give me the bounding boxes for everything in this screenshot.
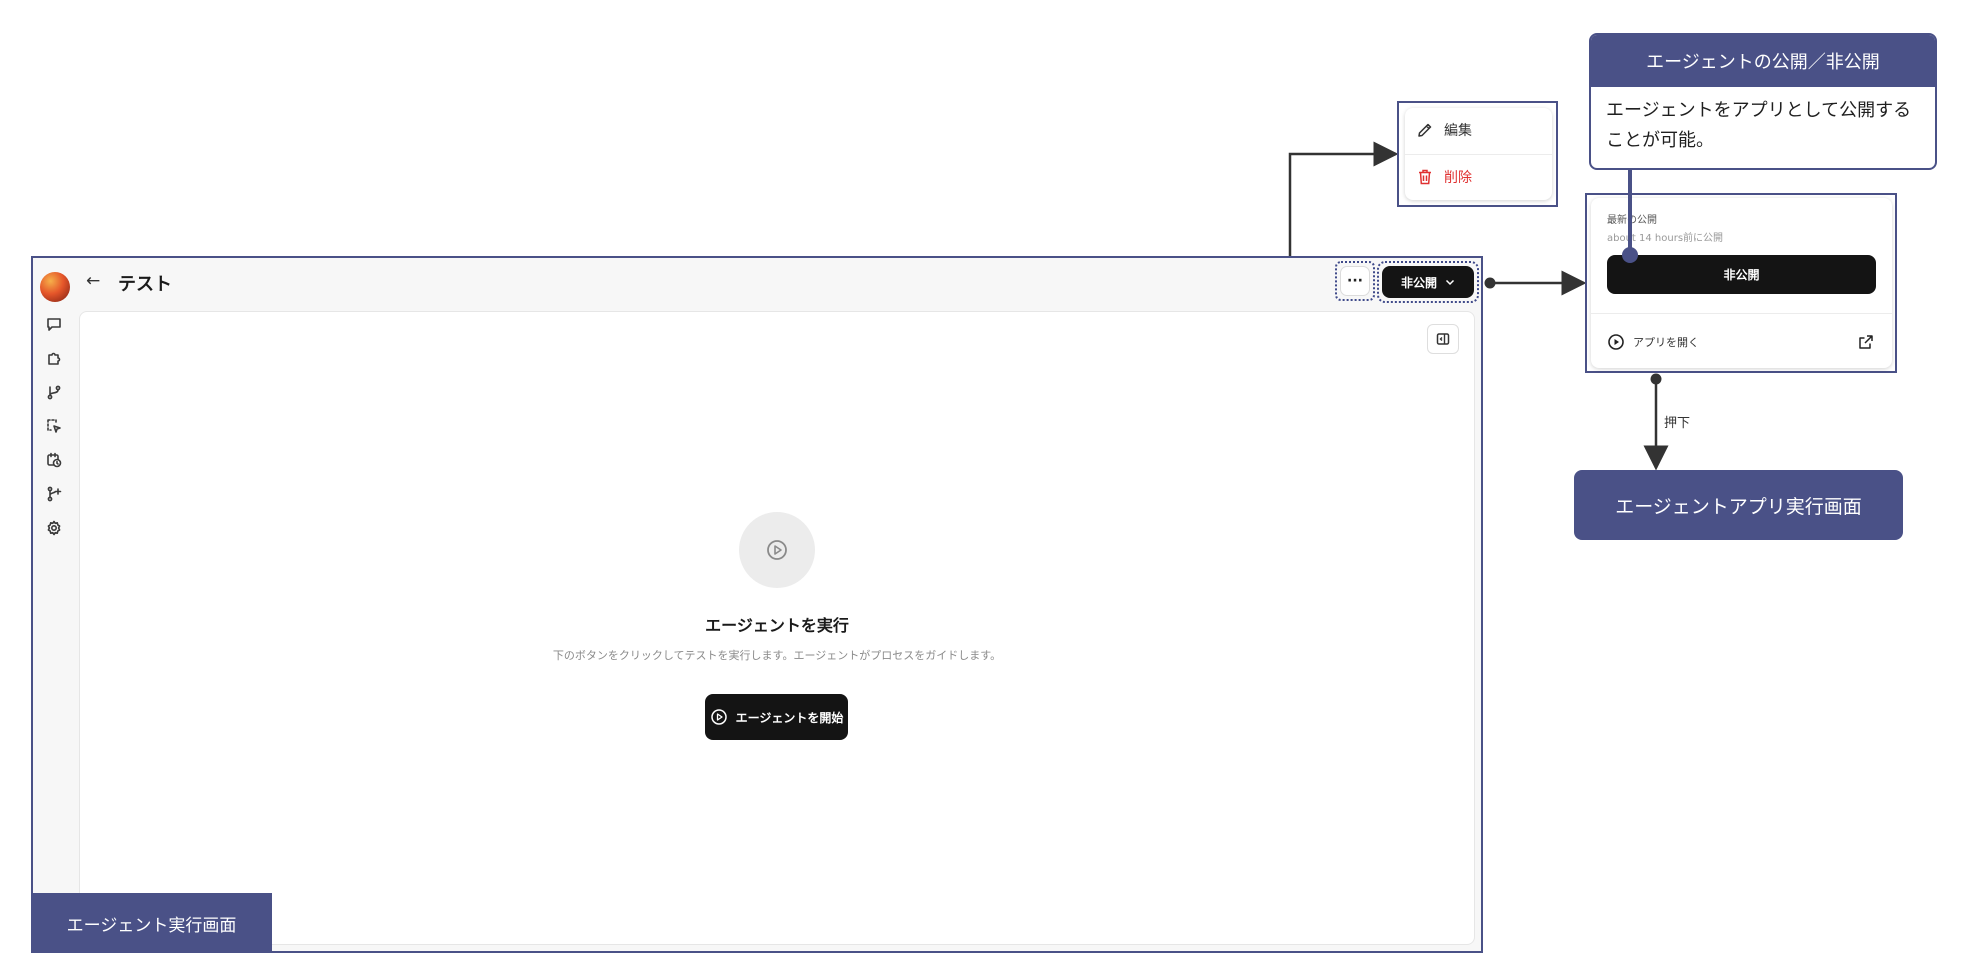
menu-item-edit-label: 編集 <box>1444 123 1472 139</box>
play-placeholder <box>739 512 815 588</box>
connector-dot-popover <box>1650 373 1662 385</box>
callout-pointer-dot <box>1622 247 1638 263</box>
open-app-label: アプリを開く <box>1633 336 1699 349</box>
start-agent-label: エージェントを開始 <box>735 710 844 725</box>
chat-icon[interactable] <box>43 313 65 335</box>
published-time: about 14 hours前に公開 <box>1607 233 1724 244</box>
play-circle-icon <box>1608 334 1624 350</box>
unpublish-button[interactable]: 非公開 <box>1607 255 1876 294</box>
latest-publish-label: 最新の公開 <box>1607 215 1657 226</box>
panel-toggle-icon <box>1436 333 1450 345</box>
run-description: 下のボタンをクリックしてテストを実行します。エージェントがプロセスをガイドします… <box>552 649 1002 662</box>
press-label: 押下 <box>1664 416 1691 431</box>
publish-button-highlight <box>1377 261 1479 303</box>
play-circle-icon <box>767 540 787 560</box>
panel-toggle-button[interactable] <box>1427 324 1459 354</box>
external-link-icon[interactable] <box>1858 334 1874 350</box>
more-button-highlight <box>1335 261 1375 301</box>
menu-item-delete[interactable]: 削除 <box>1416 166 1472 188</box>
label-app-screen: エージェントアプリ実行画面 <box>1574 470 1903 540</box>
start-agent-button[interactable]: エージェントを開始 <box>705 694 848 740</box>
schedule-icon[interactable] <box>43 449 65 471</box>
trash-icon <box>1419 169 1431 185</box>
menu-divider <box>1405 154 1552 155</box>
play-circle-icon <box>710 709 727 725</box>
popover-divider <box>1591 313 1892 314</box>
menu-item-delete-label: 削除 <box>1444 170 1472 186</box>
callout-pointer-line <box>1628 168 1632 250</box>
page-title: テスト <box>118 274 172 295</box>
branch-add-icon[interactable] <box>43 483 65 505</box>
run-title: エージェントを実行 <box>705 616 849 635</box>
arrow-left-icon[interactable]: ← <box>86 271 100 291</box>
app-logo[interactable] <box>40 272 70 302</box>
branch-icon[interactable] <box>43 381 65 403</box>
connector-dot-publish <box>1484 277 1496 289</box>
select-icon[interactable] <box>43 415 65 437</box>
label-main-screen: エージェント実行画面 <box>31 893 272 953</box>
callout-title: エージェントの公開／非公開 <box>1591 35 1935 87</box>
puzzle-icon[interactable] <box>43 347 65 369</box>
gear-icon[interactable] <box>43 517 65 539</box>
open-app-link[interactable]: アプリを開く <box>1607 333 1699 351</box>
menu-item-edit[interactable]: 編集 <box>1416 119 1472 141</box>
callout-body: エージェントをアプリとして公開することが可能。 <box>1606 100 1912 151</box>
pencil-icon <box>1418 123 1432 137</box>
